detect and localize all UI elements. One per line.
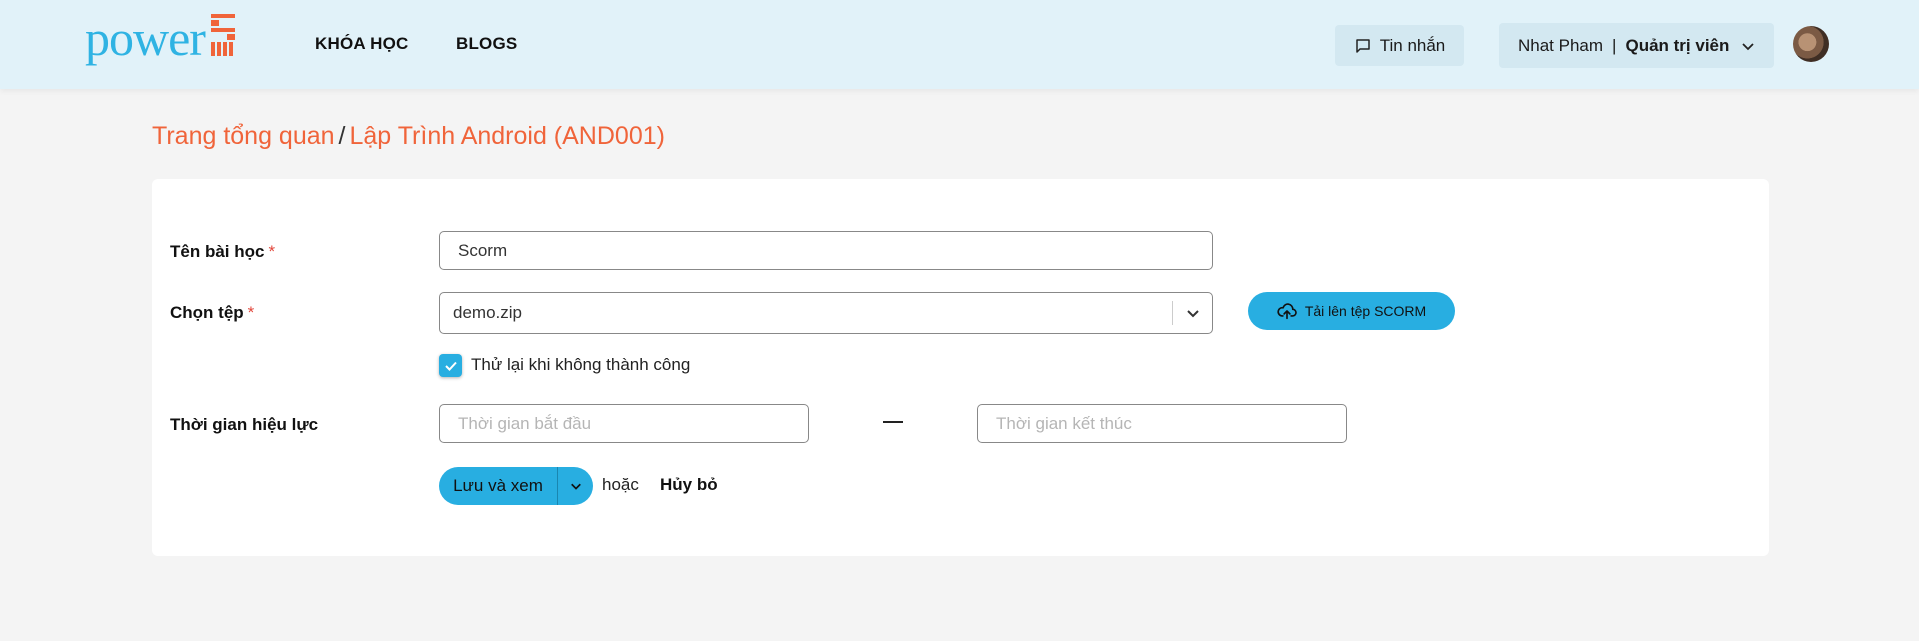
checkmark-icon: [444, 361, 457, 371]
required-mark: *: [268, 242, 276, 261]
breadcrumb-home[interactable]: Trang tổng quan: [152, 122, 335, 150]
cancel-button[interactable]: Hủy bỏ: [660, 475, 718, 495]
required-mark: *: [247, 303, 255, 322]
power-logo[interactable]: power: [85, 12, 240, 64]
logo-text: power: [85, 10, 206, 66]
file-select[interactable]: demo.zip: [439, 292, 1213, 334]
nav-courses-link[interactable]: KHÓA HỌC: [315, 34, 409, 54]
range-dash: [883, 421, 903, 423]
lesson-name-label: Tên bài học *: [170, 242, 276, 261]
end-time-input[interactable]: [977, 404, 1347, 443]
user-role: Quản trị viên: [1625, 35, 1730, 55]
user-menu[interactable]: Nhat Pham | Quản trị viên: [1499, 23, 1774, 68]
or-text: hoặc: [602, 475, 639, 494]
chevron-down-icon: [1741, 39, 1755, 53]
retry-checkbox[interactable]: [439, 354, 462, 377]
user-name: Nhat Pham: [1518, 35, 1604, 55]
file-select-value: demo.zip: [453, 303, 522, 322]
chevron-down-icon[interactable]: [1173, 306, 1212, 320]
save-and-view-button[interactable]: Lưu và xem: [439, 467, 557, 505]
retry-label[interactable]: Thử lại khi không thành công: [471, 355, 690, 375]
chat-icon: [1355, 38, 1370, 53]
start-time-input[interactable]: [439, 404, 809, 443]
messages-label: Tin nhắn: [1379, 35, 1446, 55]
top-header: power KHÓA HỌC BLOGS Tin nhắn Nhat Pham …: [0, 0, 1919, 89]
upload-scorm-button[interactable]: Tải lên tệp SCORM: [1248, 292, 1455, 330]
lesson-form-card: Tên bài học* Chọn tệp* demo.zip Tải lên …: [152, 179, 1769, 556]
avatar[interactable]: [1793, 26, 1829, 62]
lesson-name-input[interactable]: [439, 231, 1213, 270]
breadcrumb: Trang tổng quan / Lập Trình Android (AND00…: [152, 122, 665, 151]
cloud-upload-icon: [1277, 303, 1297, 320]
nav-blogs-link[interactable]: BLOGS: [456, 34, 517, 54]
validity-label: Thời gian hiệu lực: [170, 415, 319, 434]
save-split-button: Lưu và xem: [439, 467, 593, 505]
messages-button[interactable]: Tin nhắn: [1335, 25, 1464, 66]
breadcrumb-current[interactable]: Lập Trình Android (AND001): [350, 122, 665, 150]
chevron-down-icon[interactable]: [558, 467, 593, 505]
user-separator: |: [1612, 35, 1617, 55]
file-label: Chọn tệp *: [170, 303, 255, 322]
breadcrumb-separator: /: [338, 122, 346, 150]
upload-label: Tải lên tệp SCORM: [1304, 303, 1427, 319]
logo-mark-icon: [211, 14, 235, 56]
